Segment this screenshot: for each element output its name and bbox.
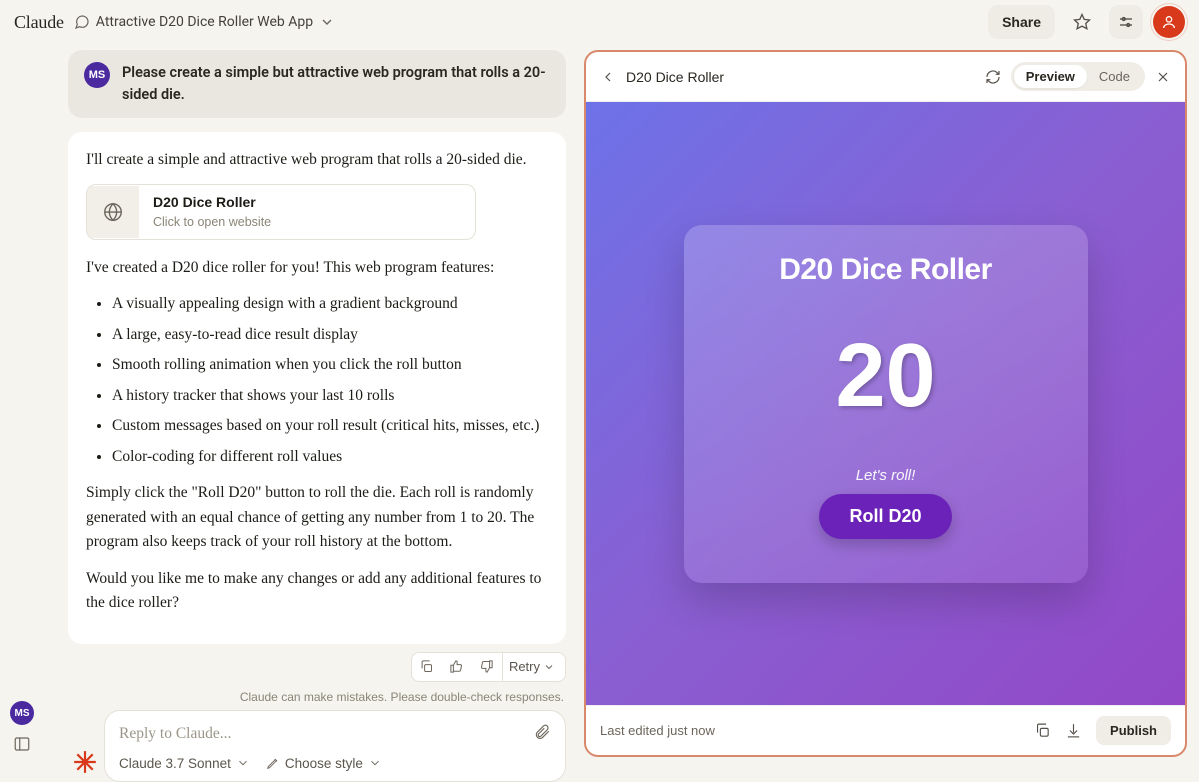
- roll-result: 20: [835, 331, 935, 421]
- app-logo[interactable]: Claude: [14, 12, 64, 33]
- sparkle-icon: [72, 749, 98, 782]
- copy-button[interactable]: [412, 653, 442, 681]
- artifact-title: D20 Dice Roller: [626, 69, 975, 85]
- features-list: A visually appealing design with a gradi…: [86, 292, 548, 469]
- list-item: Smooth rolling animation when you click …: [112, 353, 548, 377]
- list-item: Custom messages based on your roll resul…: [112, 414, 548, 438]
- view-toggle: Preview Code: [1011, 62, 1145, 91]
- sidebar-toggle[interactable]: [13, 735, 31, 753]
- list-item: A history tracker that shows your last 1…: [112, 384, 548, 408]
- settings-button[interactable]: [1109, 5, 1143, 39]
- copy-artifact-button[interactable]: [1034, 722, 1051, 739]
- roll-button[interactable]: Roll D20: [819, 494, 951, 539]
- artifact-card[interactable]: D20 Dice Roller Click to open website: [86, 184, 476, 240]
- paperclip-icon: [533, 723, 551, 741]
- chat-title[interactable]: Attractive D20 Dice Roller Web App: [74, 14, 335, 30]
- thumbs-up-icon: [449, 659, 464, 674]
- app-heading: D20 Dice Roller: [779, 253, 992, 287]
- chevron-down-icon: [543, 661, 555, 673]
- features-lead: I've created a D20 dice roller for you! …: [86, 256, 548, 280]
- chevron-down-icon: [236, 756, 250, 770]
- retry-button[interactable]: Retry: [502, 653, 565, 681]
- chat-title-text: Attractive D20 Dice Roller Web App: [96, 14, 313, 30]
- artifact-card-title: D20 Dice Roller: [153, 191, 271, 213]
- style-selector[interactable]: Choose style: [266, 756, 382, 771]
- share-button[interactable]: Share: [988, 5, 1055, 39]
- copy-icon: [419, 659, 434, 674]
- app-tagline: Let's roll!: [856, 467, 916, 484]
- chat-icon: [74, 14, 90, 30]
- model-selector[interactable]: Claude 3.7 Sonnet: [119, 756, 250, 771]
- star-icon: [1073, 13, 1091, 31]
- user-avatar: MS: [84, 62, 110, 88]
- assistant-para-2: Simply click the "Roll D20" button to ro…: [86, 481, 548, 554]
- assistant-intro: I'll create a simple and attractive web …: [86, 148, 548, 172]
- globe-icon: [87, 186, 139, 238]
- publish-button[interactable]: Publish: [1096, 716, 1171, 745]
- back-button[interactable]: [600, 69, 616, 85]
- chevron-down-icon: [368, 756, 382, 770]
- tab-preview[interactable]: Preview: [1014, 65, 1087, 88]
- assistant-message: I'll create a simple and attractive web …: [68, 132, 566, 644]
- assistant-para-3: Would you like me to make any changes or…: [86, 567, 548, 616]
- thumbs-down-icon: [479, 659, 494, 674]
- reply-input[interactable]: [119, 725, 525, 743]
- download-button[interactable]: [1065, 722, 1082, 739]
- disclaimer-text: Claude can make mistakes. Please double-…: [104, 690, 564, 704]
- artifact-card-subtitle: Click to open website: [153, 213, 271, 233]
- list-item: A large, easy-to-read dice result displa…: [112, 323, 548, 347]
- dice-app-card: D20 Dice Roller 20 Let's roll! Roll D20: [684, 225, 1088, 583]
- artifact-status: Last edited just now: [600, 723, 715, 738]
- refresh-button[interactable]: [985, 69, 1001, 85]
- message-actions: Retry: [68, 652, 566, 682]
- chevron-down-icon: [319, 14, 335, 30]
- composer: Claude 3.7 Sonnet Choose style: [104, 710, 566, 782]
- sliders-icon: [1117, 13, 1135, 31]
- user-icon: [1161, 14, 1177, 30]
- user-message: MS Please create a simple but attractive…: [68, 50, 566, 118]
- tab-code[interactable]: Code: [1087, 65, 1142, 88]
- star-button[interactable]: [1065, 5, 1099, 39]
- close-button[interactable]: [1155, 69, 1171, 85]
- list-item: A visually appealing design with a gradi…: [112, 292, 548, 316]
- user-message-text: Please create a simple but attractive we…: [122, 62, 550, 106]
- thumbs-up-button[interactable]: [442, 653, 472, 681]
- artifact-preview: D20 Dice Roller 20 Let's roll! Roll D20: [586, 102, 1185, 705]
- list-item: Color-coding for different roll values: [112, 445, 548, 469]
- pen-icon: [266, 756, 280, 770]
- attach-button[interactable]: [533, 723, 551, 746]
- sidebar-avatar[interactable]: MS: [10, 701, 34, 725]
- account-avatar[interactable]: [1153, 6, 1185, 38]
- thumbs-down-button[interactable]: [472, 653, 502, 681]
- artifact-panel: D20 Dice Roller Preview Code D20 Dice Ro…: [584, 50, 1187, 757]
